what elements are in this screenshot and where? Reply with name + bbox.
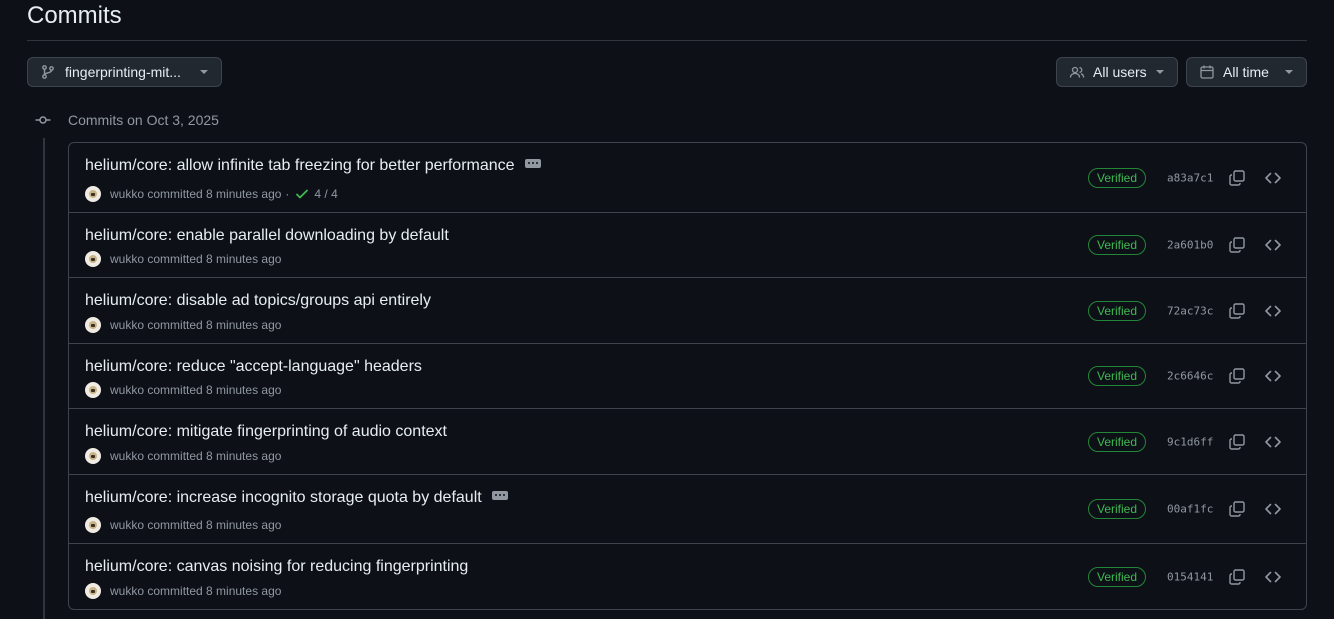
time-filter-button[interactable]: All time [1186,57,1307,87]
copy-icon[interactable] [1228,433,1246,451]
commit-sha-link[interactable]: 9c1d6ff [1167,435,1213,448]
verified-badge[interactable]: Verified [1088,235,1147,255]
code-browse-icon[interactable] [1264,169,1282,187]
commit-sha-link[interactable]: 2a601b0 [1167,239,1213,252]
copy-icon[interactable] [1228,568,1246,586]
meta-separator: · [285,187,290,201]
commit-row: helium/core: disable ad topics/groups ap… [69,278,1306,344]
commit-row: helium/core: reduce "accept-language" he… [69,344,1306,409]
time-filter-label: All time [1223,64,1269,80]
avatar[interactable] [85,583,101,599]
caret-down-icon [200,70,208,74]
caret-down-icon [1156,70,1164,74]
code-browse-icon[interactable] [1264,236,1282,254]
commit-row: helium/core: allow infinite tab freezing… [69,143,1306,213]
code-browse-icon[interactable] [1264,302,1282,320]
code-browse-icon[interactable] [1264,367,1282,385]
commit-time: committed 8 minutes ago [147,449,282,463]
users-filter-button[interactable]: All users [1056,57,1178,87]
copy-icon[interactable] [1228,500,1246,518]
avatar[interactable] [85,382,101,398]
commit-meta: wukko committed 8 minutes ago [85,583,281,599]
commit-message-link[interactable]: helium/core: mitigate fingerprinting of … [85,423,447,441]
avatar[interactable] [85,251,101,267]
commit-day-header: Commits on Oct 3, 2025 [35,110,219,130]
commit-author-link[interactable]: wukko [110,383,144,397]
checks-count: 4 / 4 [314,187,338,201]
commit-meta: wukko committed 8 minutes ago [85,448,281,464]
commit-message-link[interactable]: helium/core: disable ad topics/groups ap… [85,292,431,310]
title-divider [27,40,1307,41]
code-browse-icon[interactable] [1264,500,1282,518]
avatar[interactable] [85,317,101,333]
people-icon [1069,66,1085,78]
expand-message-button[interactable] [524,158,541,168]
checks-status[interactable]: 4 / 4 [295,187,338,201]
commit-row: helium/core: mitigate fingerprinting of … [69,409,1306,475]
commit-sha-link[interactable]: a83a7c1 [1167,171,1213,184]
git-branch-icon [42,65,54,79]
commit-sha-link[interactable]: 0154141 [1167,570,1213,583]
commit-message-link[interactable]: helium/core: canvas noising for reducing… [85,558,468,576]
copy-icon[interactable] [1228,169,1246,187]
commit-list: helium/core: allow infinite tab freezing… [68,142,1307,610]
commit-author-link[interactable]: wukko [110,584,144,598]
commit-time: committed 8 minutes ago [147,252,282,266]
page-title: Commits [27,2,122,29]
verified-badge[interactable]: Verified [1088,431,1147,452]
commit-author-link[interactable]: wukko [110,318,144,332]
commit-meta: wukko committed 8 minutes ago [85,317,281,333]
commit-meta: wukko committed 8 minutes ago [85,382,281,398]
copy-icon[interactable] [1228,236,1246,254]
commit-message-link[interactable]: helium/core: allow infinite tab freezing… [85,157,515,175]
commit-row: helium/core: canvas noising for reducing… [69,544,1306,609]
copy-icon[interactable] [1228,367,1246,385]
avatar[interactable] [85,517,101,533]
commit-sha-link[interactable]: 00af1fc [1167,503,1213,516]
copy-icon[interactable] [1228,302,1246,320]
verified-badge[interactable]: Verified [1088,167,1147,188]
commit-row: helium/core: increase incognito storage … [69,475,1306,544]
commit-message-link[interactable]: helium/core: increase incognito storage … [85,489,482,507]
avatar[interactable] [85,448,101,464]
branch-selector-button[interactable]: fingerprinting-mit... [27,57,222,87]
commit-author-link[interactable]: wukko [110,187,144,201]
caret-down-icon [1285,70,1293,74]
users-filter-label: All users [1093,64,1147,80]
commit-sha-link[interactable]: 2c6646c [1167,370,1213,383]
check-icon [296,189,309,199]
timeline-line [43,138,45,619]
commit-time: committed 8 minutes ago [147,318,282,332]
code-browse-icon[interactable] [1264,433,1282,451]
git-commit-icon [35,116,51,124]
commit-meta: wukko committed 8 minutes ago · 4 / 4 [85,186,338,202]
commit-author-link[interactable]: wukko [110,252,144,266]
commit-meta: wukko committed 8 minutes ago [85,251,281,267]
commit-author-link[interactable]: wukko [110,518,144,532]
commit-row: helium/core: enable parallel downloading… [69,213,1306,278]
verified-badge[interactable]: Verified [1088,366,1147,386]
commit-time: committed 8 minutes ago [147,584,282,598]
branch-selector-label: fingerprinting-mit... [65,64,181,80]
verified-badge[interactable]: Verified [1088,566,1147,587]
expand-message-button[interactable] [491,490,508,500]
verified-badge[interactable]: Verified [1088,300,1147,321]
calendar-icon [1200,65,1214,79]
commit-time: committed 8 minutes ago [147,187,282,201]
commit-meta: wukko committed 8 minutes ago [85,517,281,533]
commit-day-label: Commits on Oct 3, 2025 [68,112,219,128]
commit-author-link[interactable]: wukko [110,449,144,463]
commit-time: committed 8 minutes ago [147,383,282,397]
avatar[interactable] [85,186,101,202]
commit-message-link[interactable]: helium/core: enable parallel downloading… [85,227,449,245]
commit-message-link[interactable]: helium/core: reduce "accept-language" he… [85,358,422,376]
code-browse-icon[interactable] [1264,568,1282,586]
verified-badge[interactable]: Verified [1088,499,1147,519]
commit-time: committed 8 minutes ago [147,518,282,532]
commit-sha-link[interactable]: 72ac73c [1167,304,1213,317]
